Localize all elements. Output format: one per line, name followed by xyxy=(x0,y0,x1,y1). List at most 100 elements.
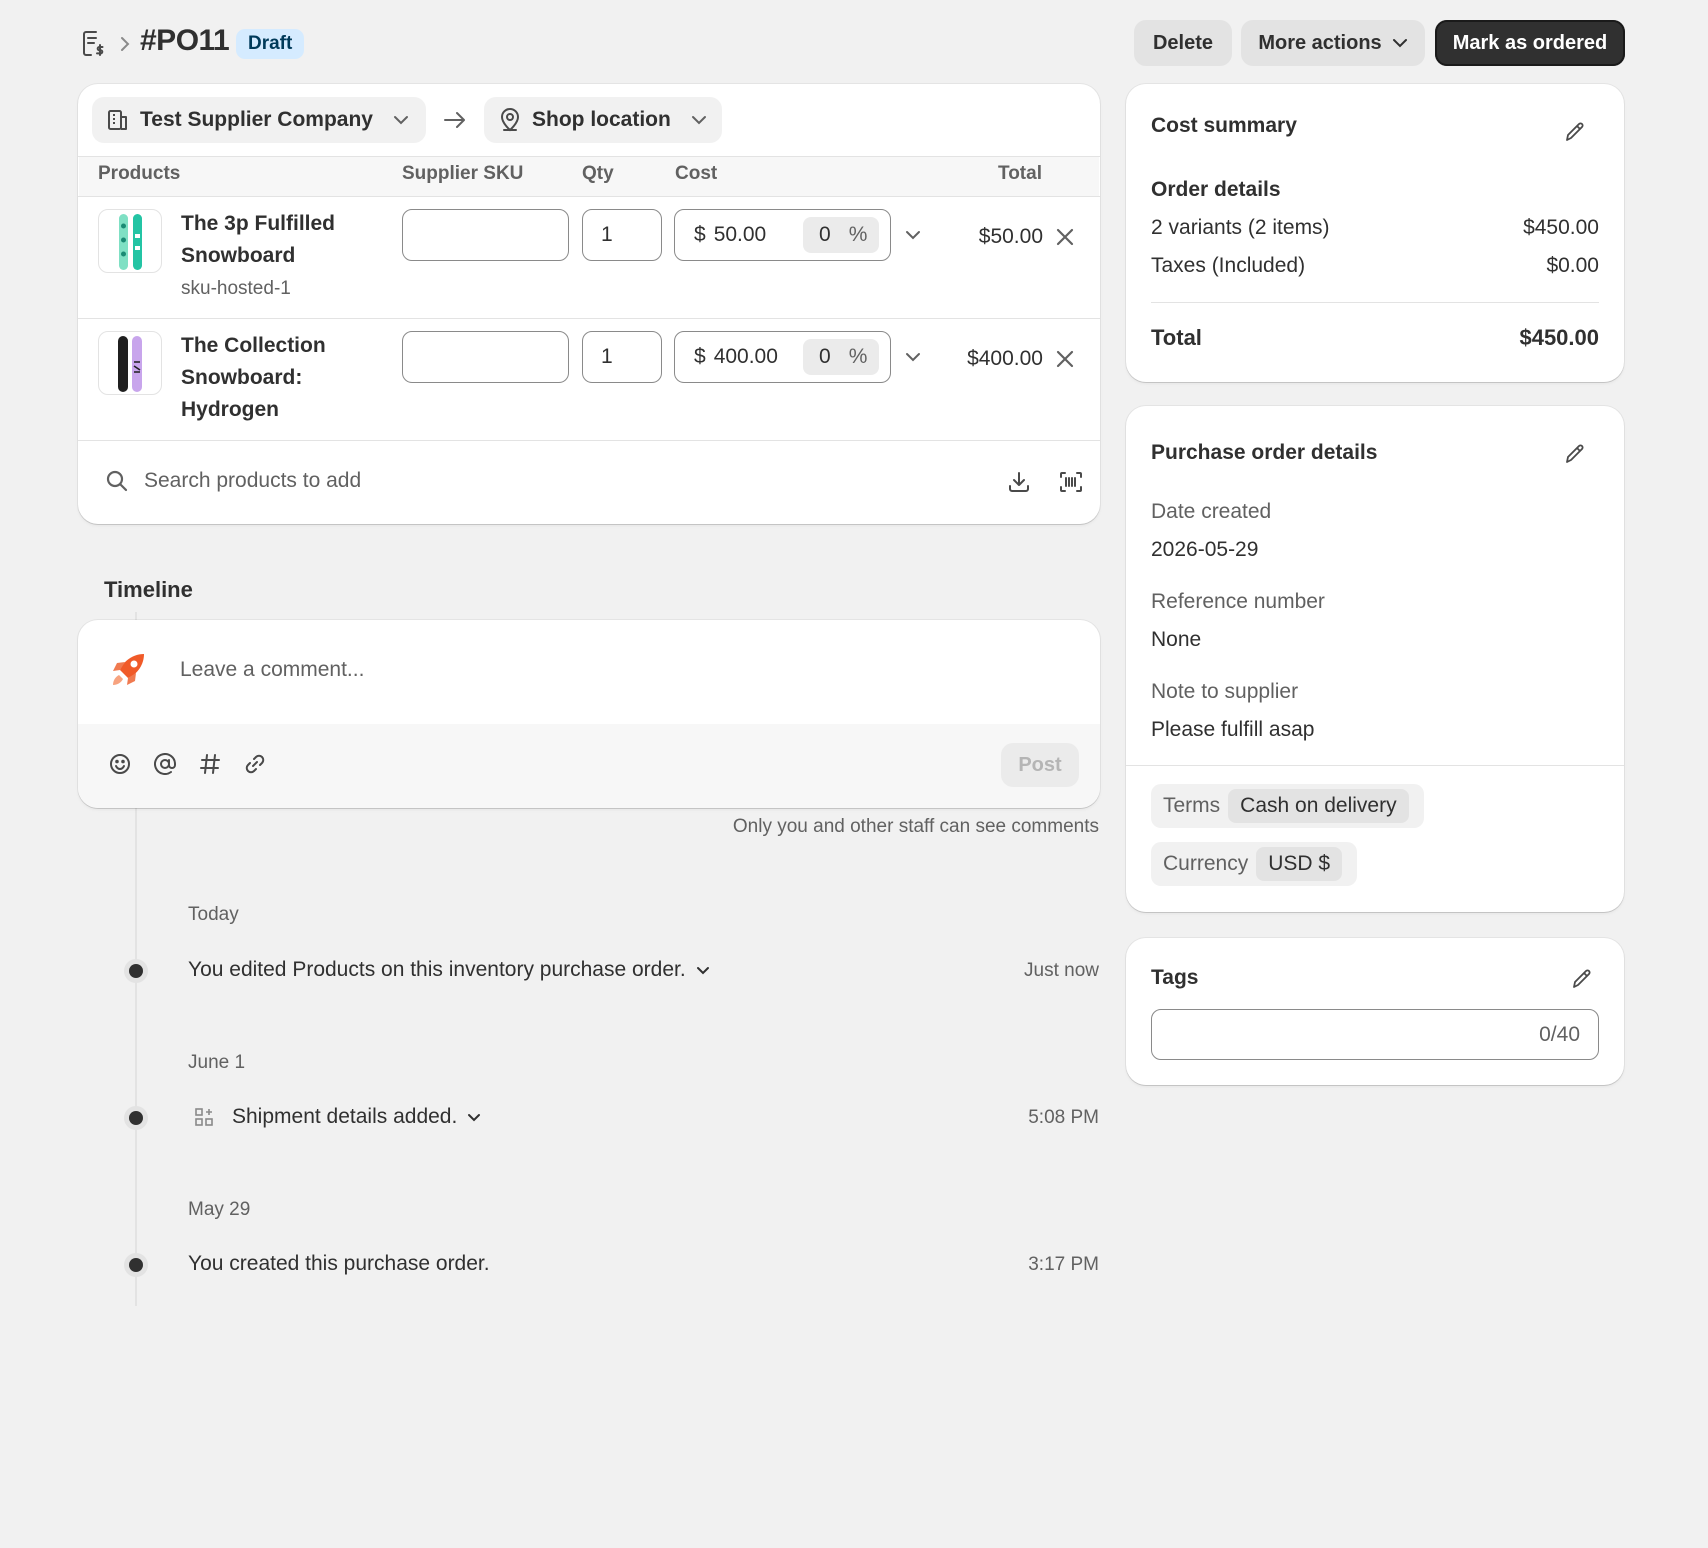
destination-selector[interactable]: Shop location xyxy=(484,97,722,143)
chevron-down-icon xyxy=(696,966,710,975)
page-title: #PO11 xyxy=(140,24,230,57)
barcode-scan-icon[interactable] xyxy=(1058,470,1084,494)
product-search-input[interactable]: Search products to add xyxy=(92,452,992,510)
timeline-date: Today xyxy=(188,904,239,925)
tax-percent-input[interactable]: 0 % xyxy=(803,217,879,253)
chevron-down-icon[interactable] xyxy=(904,227,922,243)
quantity-input[interactable]: 1 xyxy=(582,209,662,261)
timeline-time: Just now xyxy=(1024,960,1099,981)
timeline-event-text: Shipment details added. xyxy=(232,1105,458,1128)
chevron-right-icon xyxy=(118,33,132,55)
timeline-title: Timeline xyxy=(104,577,193,602)
timeline-time: 3:17 PM xyxy=(1028,1254,1099,1275)
close-icon[interactable] xyxy=(1054,348,1076,370)
more-actions-label: More actions xyxy=(1258,31,1382,54)
comment-toolbar xyxy=(78,724,1100,808)
location-pin-icon xyxy=(498,108,522,132)
column-header-supplier-sku: Supplier SKU xyxy=(402,163,524,184)
timeline-time: 5:08 PM xyxy=(1028,1107,1099,1128)
currency-value: USD $ xyxy=(1256,847,1343,881)
tags-input[interactable]: 0/40 xyxy=(1151,1009,1599,1060)
comment-input[interactable]: Leave a comment... xyxy=(180,652,1060,688)
timeline-dot xyxy=(129,1258,143,1272)
po-details-card xyxy=(1126,406,1624,912)
percent-sign: % xyxy=(848,345,868,368)
reference-number-label: Reference number xyxy=(1151,590,1325,613)
column-header-qty: Qty xyxy=(582,163,614,184)
taxes-value: $0.00 xyxy=(1546,254,1599,277)
product-name-line: The 3p Fulfilled xyxy=(181,212,336,235)
tax-percent-value: 0 xyxy=(819,345,831,368)
divider xyxy=(78,440,1100,441)
edit-pencil-icon[interactable] xyxy=(1563,120,1587,144)
delete-button[interactable]: Delete xyxy=(1134,20,1232,66)
chevron-down-icon xyxy=(1392,38,1408,48)
currency-label: Currency xyxy=(1163,852,1249,875)
note-to-supplier-label: Note to supplier xyxy=(1151,680,1299,703)
import-icon[interactable] xyxy=(1007,470,1031,494)
divider xyxy=(1151,302,1599,303)
percent-sign: % xyxy=(848,223,868,246)
cost-input[interactable]: $ 50.00 0 % xyxy=(674,209,891,261)
total-label: Total xyxy=(1151,325,1202,350)
timeline-dot xyxy=(129,1111,143,1125)
product-thumbnail[interactable] xyxy=(98,209,162,273)
more-actions-button[interactable]: More actions xyxy=(1241,20,1425,66)
row-total: $400.00 xyxy=(967,347,1043,370)
supplier-sku-input[interactable] xyxy=(402,209,569,261)
search-icon xyxy=(106,470,128,492)
edit-pencil-icon[interactable] xyxy=(1570,967,1594,991)
timeline-date: June 1 xyxy=(188,1052,246,1073)
variants-label: 2 variants (2 items) xyxy=(1151,216,1330,239)
post-button[interactable]: Post xyxy=(1001,743,1079,787)
column-header-products: Products xyxy=(98,163,181,184)
timeline-event[interactable]: Shipment details added. xyxy=(192,1105,481,1129)
total-value: $450.00 xyxy=(1519,325,1599,350)
tax-percent-value: 0 xyxy=(819,223,831,246)
column-header-cost: Cost xyxy=(675,163,718,184)
terms-value: Cash on delivery xyxy=(1228,789,1409,823)
timeline-event[interactable]: You edited Products on this inventory pu… xyxy=(188,958,710,982)
supplier-selector[interactable]: Test Supplier Company xyxy=(92,97,426,143)
variants-value: $450.00 xyxy=(1523,216,1599,239)
divider xyxy=(1126,765,1624,766)
timeline-date: May 29 xyxy=(188,1199,251,1220)
chevron-down-icon[interactable] xyxy=(904,349,922,365)
quantity-value: 1 xyxy=(601,345,613,368)
product-name[interactable]: The Collection Snowboard: Hydrogen xyxy=(181,330,326,426)
shipment-icon xyxy=(192,1107,216,1127)
delete-button-label: Delete xyxy=(1152,31,1214,54)
product-name-line: Hydrogen xyxy=(181,398,280,421)
chevron-down-icon xyxy=(691,115,707,125)
product-name-line: Snowboard xyxy=(181,244,296,267)
supplier-name: Test Supplier Company xyxy=(140,108,373,131)
edit-pencil-icon[interactable] xyxy=(1563,442,1587,466)
cost-value: 400.00 xyxy=(713,345,778,368)
quantity-value: 1 xyxy=(601,223,613,246)
post-button-label: Post xyxy=(1018,753,1062,776)
attachment-icon[interactable] xyxy=(243,752,267,776)
tags-counter: 0/40 xyxy=(1539,1022,1580,1046)
timeline-event-text: You edited Products on this inventory pu… xyxy=(188,958,686,981)
mark-as-ordered-button[interactable]: Mark as ordered xyxy=(1435,20,1625,66)
quantity-input[interactable]: 1 xyxy=(582,331,662,383)
product-name[interactable]: The 3p Fulfilled Snowboard xyxy=(181,208,335,272)
note-to-supplier-value: Please fulfill asap xyxy=(1151,718,1315,741)
comment-card xyxy=(78,620,1100,808)
staff-note: Only you and other staff can see comment… xyxy=(732,816,1099,837)
product-name-line: Snowboard: xyxy=(181,366,303,389)
cost-input[interactable]: $ 400.00 0 % xyxy=(674,331,891,383)
tax-percent-input[interactable]: 0 % xyxy=(803,339,879,375)
rocket-avatar-icon xyxy=(108,650,148,690)
date-created-label: Date created xyxy=(1151,500,1272,523)
close-icon[interactable] xyxy=(1054,226,1076,248)
cost-summary-title: Cost summary xyxy=(1151,114,1297,137)
supplier-sku-input[interactable] xyxy=(402,331,569,383)
hashtag-icon[interactable] xyxy=(198,752,222,776)
emoji-icon[interactable] xyxy=(108,752,132,776)
product-sku: sku-hosted-1 xyxy=(181,278,291,299)
product-thumbnail[interactable] xyxy=(98,331,162,395)
mention-icon[interactable] xyxy=(153,752,177,776)
search-placeholder: Search products to add xyxy=(144,469,362,492)
purchase-order-icon[interactable] xyxy=(80,30,106,58)
